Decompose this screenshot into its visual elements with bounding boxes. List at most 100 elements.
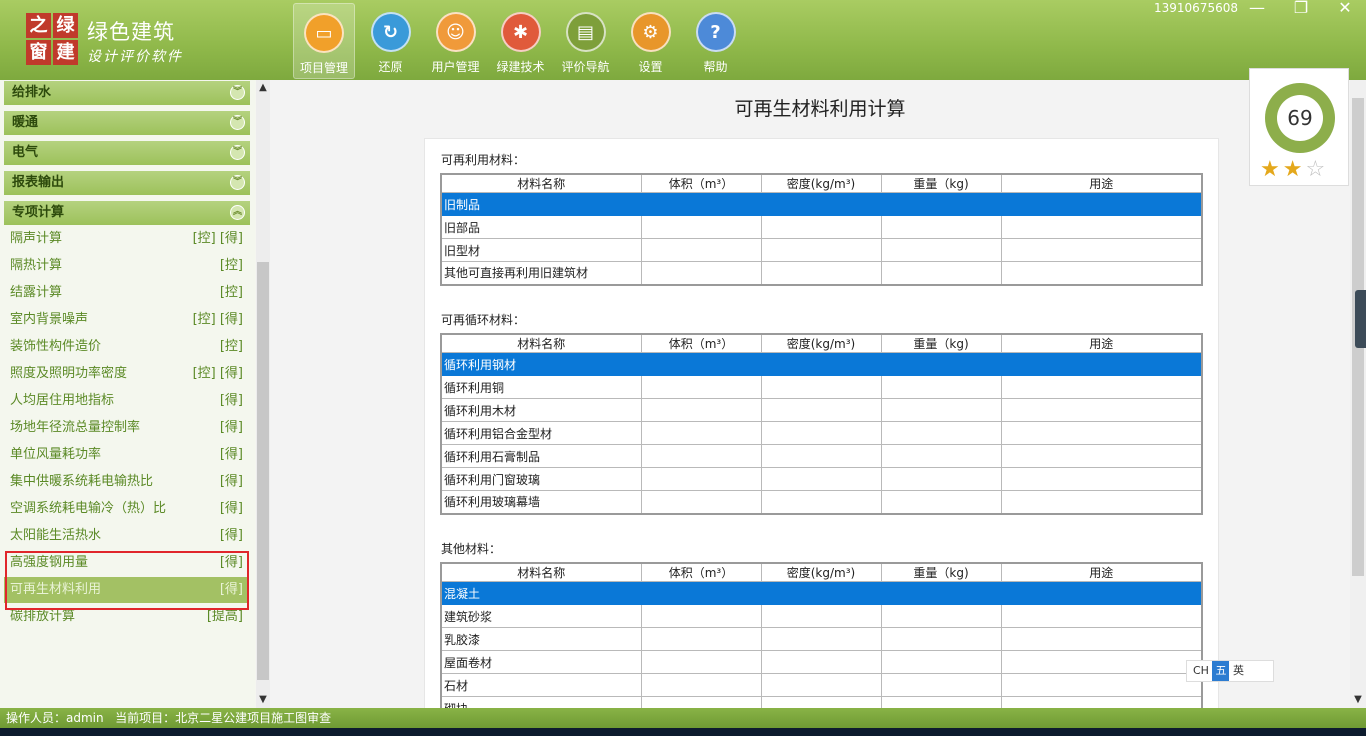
chevron-up-icon[interactable]: ︽: [230, 205, 245, 220]
input-cell[interactable]: [880, 627, 1002, 651]
input-cell[interactable]: [760, 238, 882, 262]
material-name-cell[interactable]: 旧部品: [440, 215, 642, 239]
input-cell[interactable]: [640, 444, 762, 468]
table-row[interactable]: 循环利用石膏制品: [440, 444, 1203, 468]
input-cell[interactable]: [640, 650, 762, 674]
sidebar-section[interactable]: 报表输出 ︾: [4, 171, 250, 195]
sidebar-section[interactable]: 给排水 ︾: [4, 81, 250, 105]
close-button[interactable]: ✕: [1330, 0, 1360, 18]
table-row[interactable]: 循环利用铝合金型材: [440, 421, 1203, 445]
table-row[interactable]: 循环利用玻璃幕墙: [440, 490, 1203, 514]
table-row[interactable]: 混凝土: [440, 581, 1203, 605]
table-row[interactable]: 循环利用钢材: [440, 352, 1203, 376]
input-cell[interactable]: [760, 192, 882, 216]
sidebar-item[interactable]: 碳排放计算 [提高]: [4, 604, 248, 630]
input-cell[interactable]: [760, 444, 882, 468]
input-cell[interactable]: [1000, 627, 1203, 651]
input-cell[interactable]: [760, 421, 882, 445]
table-row[interactable]: 旧型材: [440, 238, 1203, 262]
table-row[interactable]: 乳胶漆: [440, 627, 1203, 651]
input-cell[interactable]: [640, 581, 762, 605]
input-cell[interactable]: [880, 421, 1002, 445]
table-row[interactable]: 屋面卷材: [440, 650, 1203, 674]
nav-item-network[interactable]: ✱ 绿建技术: [488, 3, 553, 79]
input-cell[interactable]: [760, 490, 882, 514]
input-cell[interactable]: [880, 375, 1002, 399]
minimize-button[interactable]: —: [1242, 0, 1272, 18]
nav-item-restore[interactable]: ↻ 还原: [358, 3, 423, 79]
input-cell[interactable]: [640, 375, 762, 399]
ime-wubi[interactable]: 五: [1212, 661, 1230, 681]
input-cell[interactable]: [640, 238, 762, 262]
input-cell[interactable]: [1000, 192, 1203, 216]
input-cell[interactable]: [880, 238, 1002, 262]
input-cell[interactable]: [880, 215, 1002, 239]
input-cell[interactable]: [880, 467, 1002, 491]
input-cell[interactable]: [640, 490, 762, 514]
input-cell[interactable]: [880, 490, 1002, 514]
input-cell[interactable]: [640, 215, 762, 239]
input-cell[interactable]: [1000, 261, 1203, 285]
ime-toolbar[interactable]: CH 五 英: [1186, 660, 1274, 682]
sidebar-item[interactable]: 隔热计算 [控]: [4, 253, 248, 279]
input-cell[interactable]: [880, 192, 1002, 216]
input-cell[interactable]: [760, 215, 882, 239]
input-cell[interactable]: [880, 604, 1002, 628]
input-cell[interactable]: [880, 581, 1002, 605]
ime-mode[interactable]: 英: [1233, 664, 1244, 677]
material-name-cell[interactable]: 其他可直接再利用旧建筑材: [440, 261, 642, 285]
input-cell[interactable]: [760, 604, 882, 628]
input-cell[interactable]: [640, 604, 762, 628]
input-cell[interactable]: [1000, 490, 1203, 514]
material-name-cell[interactable]: 石材: [440, 673, 642, 697]
sidebar-item[interactable]: 结露计算 [控]: [4, 280, 248, 306]
material-name-cell[interactable]: 循环利用木材: [440, 398, 642, 422]
input-cell[interactable]: [640, 467, 762, 491]
material-name-cell[interactable]: 混凝土: [440, 581, 642, 605]
chevron-down-icon[interactable]: ︾: [230, 115, 245, 130]
sidebar-scrollbar[interactable]: ▲ ▼: [256, 80, 270, 708]
sidebar-item[interactable]: 隔声计算 [控] [得]: [4, 226, 248, 252]
input-cell[interactable]: [880, 398, 1002, 422]
input-cell[interactable]: [1000, 238, 1203, 262]
input-cell[interactable]: [640, 261, 762, 285]
material-name-cell[interactable]: 循环利用门窗玻璃: [440, 467, 642, 491]
input-cell[interactable]: [760, 352, 882, 376]
sidebar-section[interactable]: 暖通 ︾: [4, 111, 250, 135]
material-name-cell[interactable]: 屋面卷材: [440, 650, 642, 674]
table-row[interactable]: 建筑砂浆: [440, 604, 1203, 628]
restore-window-button[interactable]: ❐: [1286, 0, 1316, 18]
table-row[interactable]: 其他可直接再利用旧建筑材: [440, 261, 1203, 285]
input-cell[interactable]: [880, 673, 1002, 697]
input-cell[interactable]: [1000, 673, 1203, 697]
input-cell[interactable]: [760, 261, 882, 285]
input-cell[interactable]: [880, 261, 1002, 285]
side-drawer-handle[interactable]: [1355, 290, 1366, 348]
sidebar-item[interactable]: 太阳能生活热水 [得]: [4, 523, 248, 549]
chevron-down-icon[interactable]: ︾: [230, 145, 245, 160]
nav-item-users[interactable]: ☺ 用户管理: [423, 3, 488, 79]
input-cell[interactable]: [1000, 604, 1203, 628]
sidebar-item[interactable]: 空调系统耗电输冷（热）比 [得]: [4, 496, 248, 522]
table-row[interactable]: 旧部品: [440, 215, 1203, 239]
input-cell[interactable]: [640, 352, 762, 376]
material-name-cell[interactable]: 循环利用玻璃幕墙: [440, 490, 642, 514]
input-cell[interactable]: [1000, 352, 1203, 376]
chevron-down-icon[interactable]: ︾: [230, 85, 245, 100]
input-cell[interactable]: [760, 673, 882, 697]
input-cell[interactable]: [880, 650, 1002, 674]
material-name-cell[interactable]: 乳胶漆: [440, 627, 642, 651]
scrollbar-thumb[interactable]: [257, 262, 269, 680]
input-cell[interactable]: [880, 352, 1002, 376]
sidebar-item[interactable]: 装饰性构件造价 [控]: [4, 334, 248, 360]
sidebar-item[interactable]: 室内背景噪声 [控] [得]: [4, 307, 248, 333]
input-cell[interactable]: [1000, 375, 1203, 399]
chevron-down-icon[interactable]: ︾: [230, 175, 245, 190]
nav-item-folder[interactable]: ▭ 项目管理: [293, 3, 355, 79]
input-cell[interactable]: [640, 627, 762, 651]
material-name-cell[interactable]: 建筑砂浆: [440, 604, 642, 628]
nav-item-book[interactable]: ▤ 评价导航: [553, 3, 618, 79]
nav-item-gear[interactable]: ⚙ 设置: [618, 3, 683, 79]
input-cell[interactable]: [760, 581, 882, 605]
input-cell[interactable]: [1000, 421, 1203, 445]
